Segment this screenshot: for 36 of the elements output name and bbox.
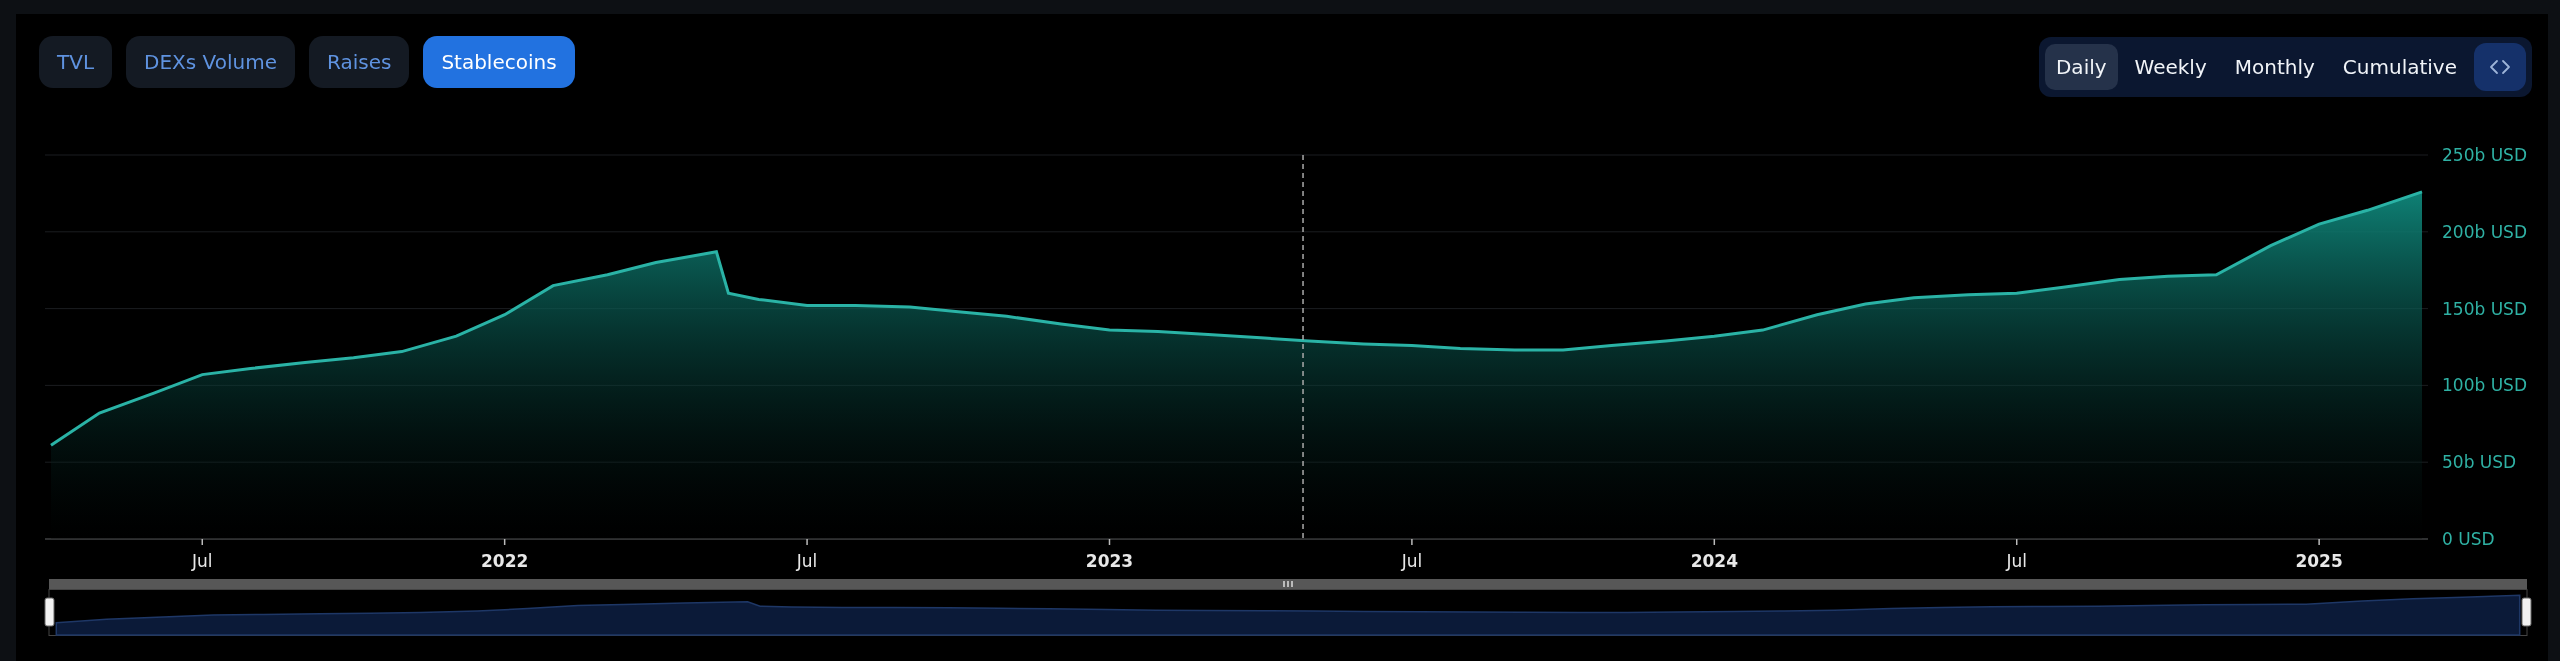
x-tick-mark <box>201 538 203 546</box>
x-axis-label: 2025 <box>2295 551 2343 571</box>
x-axis-label: Jul <box>192 551 213 571</box>
chart-tab[interactable]: Raises <box>308 36 410 88</box>
x-axis-label: Jul <box>796 551 818 571</box>
y-axis-label: 250b USD <box>2442 145 2527 165</box>
period-button[interactable]: Weekly <box>2123 44 2218 90</box>
x-axis-label: Jul <box>1401 551 1423 571</box>
x-tick-mark <box>1108 538 1111 546</box>
grip-icon <box>1283 581 1293 587</box>
y-axis-label: 150b USD <box>2442 298 2527 319</box>
x-axis-label: 2022 <box>481 551 529 571</box>
x-tick-mark <box>1713 538 1716 546</box>
chart-tab[interactable]: Stablecoins <box>423 36 575 88</box>
period-button[interactable]: Monthly <box>2223 44 2326 90</box>
x-axis-label: 2023 <box>1085 551 1134 571</box>
x-tick-mark <box>2318 538 2320 546</box>
chart-tab[interactable]: DEXs Volume <box>126 36 295 88</box>
chart-tab[interactable]: TVL <box>39 36 113 88</box>
x-tick-mark <box>806 538 808 546</box>
y-axis-label: 50b USD <box>2442 452 2517 473</box>
x-tick-mark <box>503 538 506 546</box>
x-axis-label: 2024 <box>1690 551 1738 571</box>
y-axis-label: 200b USD <box>2442 221 2527 242</box>
embed-button[interactable] <box>2474 43 2526 91</box>
code-icon <box>2489 59 2511 75</box>
x-axis-label: Jul <box>2006 551 2027 571</box>
x-tick-mark <box>1411 538 1413 546</box>
period-button[interactable]: Cumulative <box>2331 44 2468 90</box>
y-axis-label: 100b USD <box>2442 375 2527 396</box>
y-axis-label: 0 USD <box>2442 529 2495 549</box>
x-tick-mark <box>2015 538 2018 546</box>
navigator-scrollbar[interactable] <box>49 579 2527 589</box>
range-handle[interactable] <box>44 597 55 627</box>
period-button[interactable]: Daily <box>2044 44 2118 90</box>
range-handle[interactable] <box>2521 597 2532 627</box>
